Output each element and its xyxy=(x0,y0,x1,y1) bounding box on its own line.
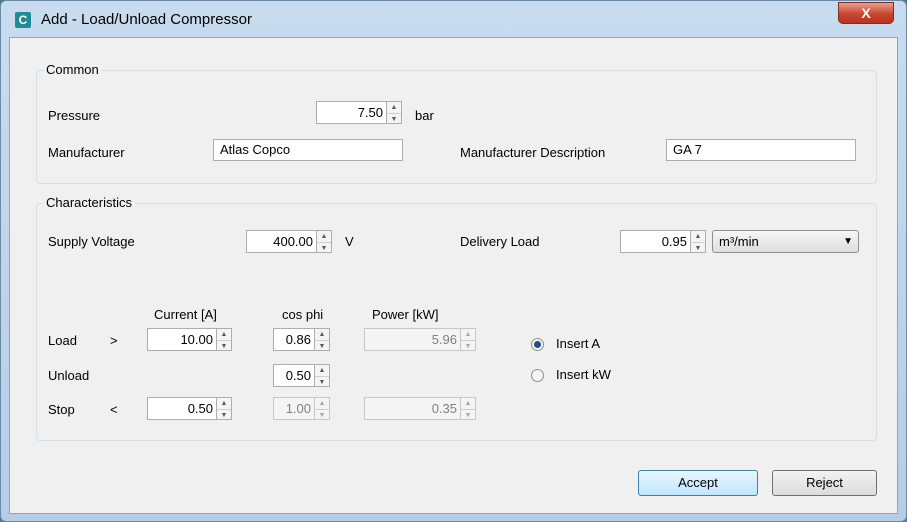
common-group: Common xyxy=(36,62,877,184)
spin-up-icon[interactable]: ▲ xyxy=(315,329,329,340)
insert-a-radio[interactable] xyxy=(531,338,544,351)
dialog-content: Common Pressure 7.50 ▲ ▼ bar Manufacturer… xyxy=(9,37,898,514)
title-bar[interactable]: C Add - Load/Unload Compressor X xyxy=(1,1,906,37)
spin-up-icon[interactable]: ▲ xyxy=(217,329,231,340)
accept-button[interactable]: Accept xyxy=(638,470,758,496)
spin-down-icon[interactable]: ▼ xyxy=(315,376,329,388)
insert-a-label[interactable]: Insert A xyxy=(556,336,600,351)
pressure-spinner[interactable]: 7.50 ▲ ▼ xyxy=(316,101,402,124)
app-icon: C xyxy=(15,12,31,28)
dialog-window: C Add - Load/Unload Compressor X Common … xyxy=(0,0,907,522)
supply-voltage-value[interactable]: 400.00 xyxy=(246,230,317,253)
cos-phi-column-header: cos phi xyxy=(282,307,324,322)
spin-up-icon[interactable]: ▲ xyxy=(387,102,401,113)
spin-up-icon[interactable]: ▲ xyxy=(691,231,705,242)
pressure-unit: bar xyxy=(415,108,434,123)
manufacturer-field[interactable]: Atlas Copco xyxy=(213,139,403,161)
supply-voltage-unit: V xyxy=(345,234,354,249)
load-power-spinner: 5.96 ▲ ▼ xyxy=(364,328,476,351)
stop-current-value[interactable]: 0.50 xyxy=(147,397,217,420)
manufacturer-description-label: Manufacturer Description xyxy=(460,145,606,160)
spin-up-icon: ▲ xyxy=(464,400,472,407)
insert-kw-label[interactable]: Insert kW xyxy=(556,367,611,382)
spin-down-icon: ▼ xyxy=(461,340,475,352)
window-title: Add - Load/Unload Compressor xyxy=(41,11,252,28)
stop-power-value: 0.35 xyxy=(364,397,461,420)
spin-down-icon[interactable]: ▼ xyxy=(315,340,329,352)
unload-cos-phi-value[interactable]: 0.50 xyxy=(273,364,315,387)
insert-kw-radio[interactable] xyxy=(531,369,544,382)
power-column-header: Power [kW] xyxy=(372,307,439,322)
spin-down-icon[interactable]: ▼ xyxy=(387,113,401,125)
pressure-value[interactable]: 7.50 xyxy=(316,101,387,124)
stop-label: Stop xyxy=(48,402,75,417)
spin-down-icon[interactable]: ▼ xyxy=(317,242,331,254)
manufacturer-description-field[interactable]: GA 7 xyxy=(666,139,856,161)
spin-up-icon: ▲ xyxy=(464,331,472,338)
spin-up-icon[interactable]: ▲ xyxy=(315,365,329,376)
load-symbol: > xyxy=(110,333,118,348)
current-column-header: Current [A] xyxy=(154,307,217,322)
delivery-load-spinner[interactable]: 0.95 ▲ ▼ xyxy=(620,230,706,253)
spin-down-icon: ▼ xyxy=(461,409,475,421)
spin-down-icon[interactable]: ▼ xyxy=(217,409,231,421)
spin-up-icon[interactable]: ▲ xyxy=(217,398,231,409)
spin-down-icon[interactable]: ▼ xyxy=(217,340,231,352)
stop-symbol: < xyxy=(110,402,118,417)
load-label: Load xyxy=(48,333,77,348)
delivery-load-unit-select[interactable]: m³/min ▼ xyxy=(712,230,859,253)
stop-power-spinner: 0.35 ▲ ▼ xyxy=(364,397,476,420)
manufacturer-label: Manufacturer xyxy=(48,145,125,160)
unload-label: Unload xyxy=(48,368,90,383)
spin-down-icon: ▼ xyxy=(315,409,329,421)
chevron-down-icon: ▼ xyxy=(843,236,853,247)
load-current-spinner[interactable]: 10.00 ▲ ▼ xyxy=(147,328,232,351)
characteristics-group-label: Characteristics xyxy=(43,195,135,210)
delivery-load-unit-value: m³/min xyxy=(719,234,759,249)
stop-cos-phi-spinner: 1.00 ▲ ▼ xyxy=(273,397,330,420)
load-cos-phi-value[interactable]: 0.86 xyxy=(273,328,315,351)
spin-down-icon[interactable]: ▼ xyxy=(691,242,705,254)
delivery-load-value[interactable]: 0.95 xyxy=(620,230,691,253)
supply-voltage-label: Supply Voltage xyxy=(48,234,135,249)
delivery-load-label: Delivery Load xyxy=(460,234,540,249)
spin-up-icon[interactable]: ▲ xyxy=(317,231,331,242)
pressure-label: Pressure xyxy=(48,108,101,123)
load-cos-phi-spinner[interactable]: 0.86 ▲ ▼ xyxy=(273,328,330,351)
stop-current-spinner[interactable]: 0.50 ▲ ▼ xyxy=(147,397,232,420)
spin-up-icon: ▲ xyxy=(318,400,326,407)
close-button[interactable]: X xyxy=(838,2,894,24)
load-power-value: 5.96 xyxy=(364,328,461,351)
unload-cos-phi-spinner[interactable]: 0.50 ▲ ▼ xyxy=(273,364,330,387)
load-current-value[interactable]: 10.00 xyxy=(147,328,217,351)
common-group-label: Common xyxy=(43,62,102,77)
reject-button[interactable]: Reject xyxy=(772,470,877,496)
supply-voltage-spinner[interactable]: 400.00 ▲ ▼ xyxy=(246,230,332,253)
stop-cos-phi-value: 1.00 xyxy=(273,397,315,420)
